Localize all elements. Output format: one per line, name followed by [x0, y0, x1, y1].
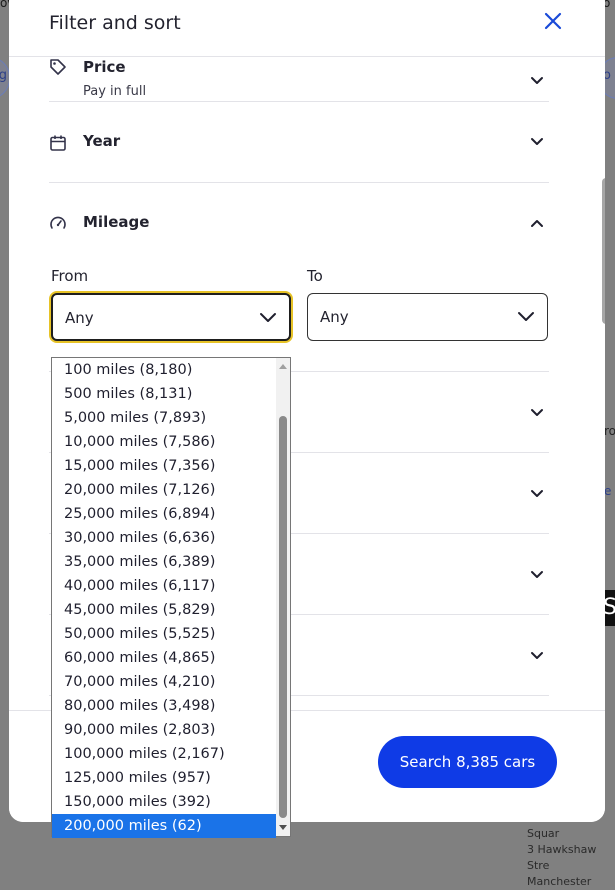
section-title: Mileage	[83, 213, 150, 231]
chevron-down-icon	[531, 490, 543, 497]
search-cars-button[interactable]: Search 8,385 cars	[378, 736, 557, 788]
speedometer-icon	[50, 216, 66, 229]
select-value: Any	[65, 309, 94, 327]
mileage-option[interactable]: 90,000 miles (2,803)	[52, 718, 276, 742]
chevron-down-icon	[531, 571, 543, 578]
bg-address-line: 3 Hawkshaw Stre	[527, 843, 597, 872]
chevron-down-icon	[518, 312, 534, 321]
mileage-option[interactable]: 150,000 miles (392)	[52, 790, 276, 814]
mileage-option[interactable]: 5,000 miles (7,893)	[52, 406, 276, 430]
bg-address: Nole Circle Squar 3 Hawkshaw Stre Manche…	[527, 810, 615, 890]
dropdown-scrollbar-thumb[interactable]	[279, 416, 287, 818]
chevron-up-icon[interactable]	[529, 215, 545, 231]
chevron-down-icon	[531, 409, 543, 416]
mileage-option[interactable]: 15,000 miles (7,356)	[52, 454, 276, 478]
mileage-option[interactable]: 100,000 miles (2,167)	[52, 742, 276, 766]
scroll-up-arrow-icon[interactable]	[278, 362, 288, 370]
chevron-down-icon	[260, 313, 276, 322]
close-icon	[544, 12, 562, 30]
bg-address-line: Manchester	[527, 875, 592, 888]
mileage-option[interactable]: 60,000 miles (4,865)	[52, 646, 276, 670]
from-label: From	[51, 267, 89, 285]
calendar-icon	[50, 135, 66, 151]
mileage-option[interactable]: 500 miles (8,131)	[52, 382, 276, 406]
bg-right-fragment: e	[604, 484, 612, 498]
modal-header: Filter and sort	[9, 0, 605, 57]
mileage-from-options-list[interactable]: 100 miles (8,180) 500 miles (8,131) 5,000 …	[51, 357, 291, 838]
mileage-to-select[interactable]: Any	[307, 293, 548, 341]
modal-title: Filter and sort	[49, 12, 181, 34]
mileage-option[interactable]: 70,000 miles (4,210)	[52, 670, 276, 694]
section-subtitle: Pay in full	[83, 84, 147, 99]
bg-left-pill-text: g	[0, 68, 7, 83]
mileage-option[interactable]: 30,000 miles (6,636)	[52, 526, 276, 550]
bg-right-fragment: ro	[604, 424, 615, 438]
mileage-option[interactable]: 80,000 miles (3,498)	[52, 694, 276, 718]
mileage-from-select[interactable]: Any	[51, 293, 291, 341]
section-title: Price	[83, 58, 126, 76]
price-tag-icon	[50, 59, 66, 75]
dropdown-scrollbar[interactable]	[276, 358, 290, 836]
close-button[interactable]	[542, 10, 564, 32]
mileage-option[interactable]: 50,000 miles (5,525)	[52, 622, 276, 646]
filter-section-mileage: Mileage From To Any Any	[49, 182, 549, 372]
mileage-option[interactable]: 20,000 miles (7,126)	[52, 478, 276, 502]
mileage-option[interactable]: 125,000 miles (957)	[52, 766, 276, 790]
modal-scrollbar[interactable]	[602, 178, 605, 324]
mileage-option[interactable]: 200,000 miles (62)	[52, 814, 276, 838]
mileage-option[interactable]: 10,000 miles (7,586)	[52, 430, 276, 454]
chevron-down-icon	[531, 138, 543, 145]
bg-right-fragments: ro e	[604, 420, 615, 502]
mileage-option[interactable]: 25,000 miles (6,894)	[52, 502, 276, 526]
to-label: To	[307, 267, 323, 285]
mileage-option[interactable]: 100 miles (8,180)	[52, 358, 276, 382]
chevron-down-icon	[531, 652, 543, 659]
select-value: Any	[320, 308, 349, 326]
mileage-option[interactable]: 40,000 miles (6,117)	[52, 574, 276, 598]
filter-section-year[interactable]: Year	[49, 101, 549, 183]
mileage-option[interactable]: 45,000 miles (5,829)	[52, 598, 276, 622]
scroll-down-arrow-icon[interactable]	[278, 824, 288, 832]
chevron-down-icon	[531, 77, 543, 84]
filter-section-price[interactable]: Price Pay in full	[49, 56, 549, 102]
mileage-option[interactable]: 35,000 miles (6,389)	[52, 550, 276, 574]
section-title: Year	[83, 132, 121, 150]
